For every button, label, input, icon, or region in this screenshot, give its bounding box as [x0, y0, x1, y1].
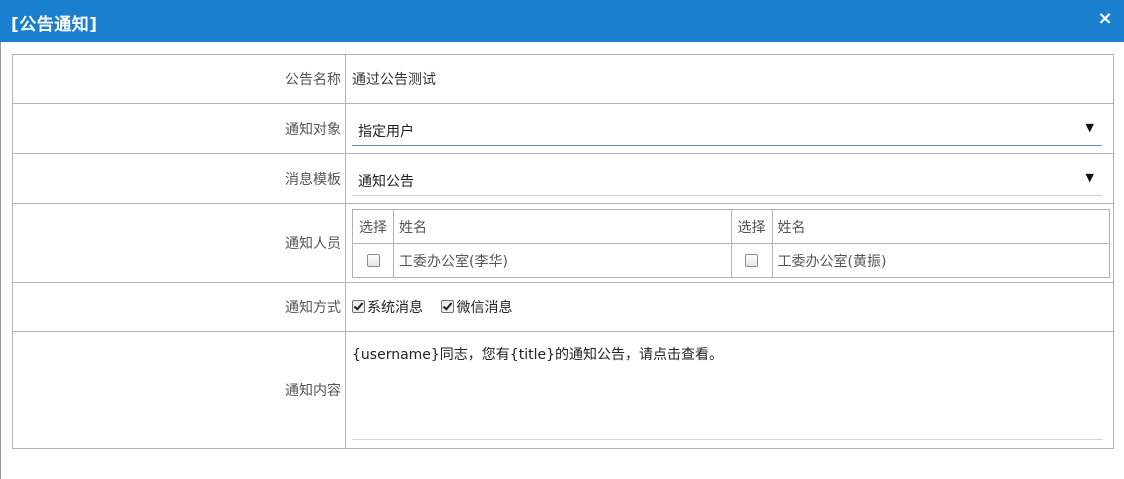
column-header-select: 选择 — [352, 209, 394, 244]
person-checkbox[interactable] — [745, 254, 758, 267]
method-system-option[interactable]: 系统消息 — [352, 297, 423, 317]
caret-down-icon: ▼ — [1085, 121, 1094, 134]
person-checkbox[interactable] — [366, 254, 380, 267]
form-row-target: 通知对象 指定用户 ▼ — [12, 103, 1114, 154]
wechat-message-checkbox[interactable] — [441, 300, 455, 314]
close-icon[interactable]: × — [1095, 9, 1115, 29]
dialog-title: [公告通知] — [11, 15, 98, 35]
column-header-name: 姓名 — [771, 209, 1110, 244]
name-label: 公告名称 — [12, 54, 346, 104]
template-select[interactable]: 通知公告 ▼ — [352, 165, 1102, 196]
table-row: 工委办公室(李华) 工委办公室(黄振) — [352, 243, 1110, 278]
person-name: 工委办公室(李华) — [393, 243, 732, 278]
form-row-people: 通知人员 选择 姓名 选择 姓名 工委办公室(李华) 工委办公室(黄振) — [12, 203, 1114, 283]
template-label: 消息模板 — [12, 153, 346, 204]
form-row-method: 通知方式 系统消息 微信消息 — [12, 282, 1114, 332]
window-edge — [0, 42, 1, 479]
name-value: 通过公告测试 — [345, 54, 1114, 104]
column-header-name: 姓名 — [393, 209, 732, 244]
wechat-message-label: 微信消息 — [456, 299, 513, 316]
content-textarea[interactable]: {username}同志，您有{title}的通知公告，请点击查看。 — [346, 332, 1113, 448]
person-name: 工委办公室(黄振) — [771, 243, 1110, 278]
template-select-value: 通知公告 — [358, 174, 414, 190]
textarea-underline — [352, 439, 1103, 440]
form-row-template: 消息模板 通知公告 ▼ — [12, 153, 1114, 204]
caret-down-icon: ▼ — [1085, 171, 1094, 184]
content-label: 通知内容 — [12, 331, 346, 449]
form-row-content: 通知内容 {username}同志，您有{title}的通知公告，请点击查看。 — [12, 331, 1114, 449]
people-label: 通知人员 — [12, 203, 346, 283]
column-header-select: 选择 — [730, 209, 773, 244]
method-label: 通知方式 — [12, 282, 346, 332]
people-table: 选择 姓名 选择 姓名 工委办公室(李华) 工委办公室(黄振) — [352, 209, 1110, 278]
method-wechat-option[interactable]: 微信消息 — [441, 297, 512, 317]
target-select-value: 指定用户 — [358, 124, 414, 140]
target-select[interactable]: 指定用户 ▼ — [352, 115, 1102, 146]
system-message-label: 系统消息 — [367, 299, 423, 316]
form-row-name: 公告名称 通过公告测试 — [12, 54, 1114, 104]
people-header-row: 选择 姓名 选择 姓名 — [352, 209, 1110, 244]
system-message-checkbox[interactable] — [352, 300, 365, 314]
dialog-titlebar: [公告通知] × — [0, 0, 1124, 42]
notice-form: 公告名称 通过公告测试 通知对象 指定用户 ▼ 消息模板 通知公告 ▼ 通知人员… — [12, 54, 1114, 449]
target-label: 通知对象 — [12, 103, 346, 154]
content-text: {username}同志，您有{title}的通知公告，请点击查看。 — [352, 347, 723, 363]
